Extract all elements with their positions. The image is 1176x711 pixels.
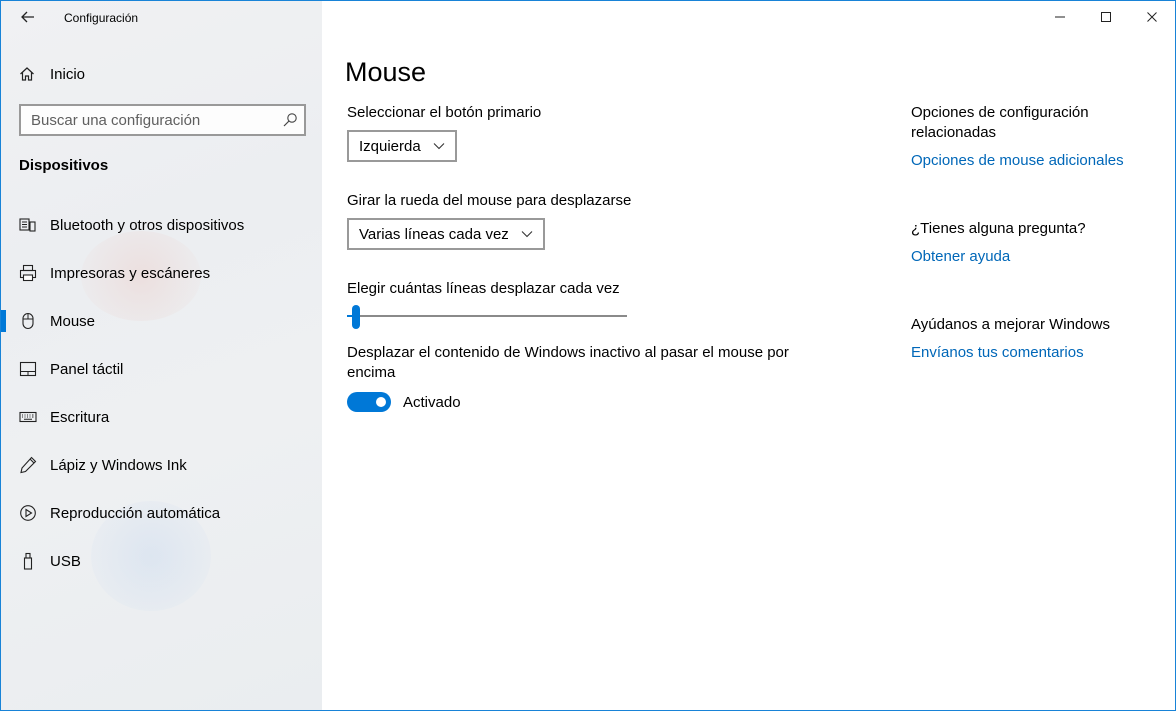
section-title: Dispositivos — [19, 157, 109, 174]
usb-icon — [19, 552, 37, 570]
home-icon — [17, 64, 37, 84]
get-help-link[interactable]: Obtener ayuda — [911, 248, 1010, 265]
page-title: Mouse — [345, 57, 427, 87]
inactive-scroll-toggle[interactable] — [347, 392, 391, 412]
sidebar-item-label: Reproducción automática — [50, 504, 221, 522]
improve-windows-heading: Ayúdanos a mejorar Windows — [911, 316, 1110, 333]
minimize-button[interactable] — [1037, 1, 1083, 33]
sidebar-item-label: Lápiz y Windows Ink — [50, 456, 187, 474]
mouse-icon — [19, 312, 37, 330]
maximize-icon — [1101, 12, 1111, 22]
settings-window: Configuración Inicio Dispositivos Blueto… — [0, 0, 1176, 711]
sidebar-nav: Bluetooth y otros dispositivos Impresora… — [1, 201, 322, 585]
chevron-down-icon — [433, 143, 445, 150]
scroll-wheel-dropdown[interactable]: Varias líneas cada vez — [347, 218, 545, 250]
sidebar-item-bluetooth[interactable]: Bluetooth y otros dispositivos — [1, 201, 322, 249]
pen-icon — [19, 456, 37, 474]
sidebar-item-printers[interactable]: Impresoras y escáneres — [1, 249, 322, 297]
window-controls — [1037, 1, 1175, 33]
sidebar-item-label: Mouse — [50, 312, 96, 330]
sidebar-item-label: Inicio — [50, 65, 86, 83]
search-input[interactable] — [31, 111, 271, 129]
sidebar-item-label: Impresoras y escáneres — [50, 264, 211, 282]
toggle-knob — [376, 397, 386, 407]
related-heading-line2: relacionadas — [911, 124, 997, 141]
app-title: Configuración — [64, 11, 139, 25]
autoplay-icon — [19, 504, 37, 522]
lines-slider-label: Elegir cuántas líneas desplazar cada vez — [347, 280, 620, 297]
primary-button-label: Seleccionar el botón primario — [347, 104, 542, 121]
sidebar-item-mouse[interactable]: Mouse — [1, 297, 322, 345]
dropdown-value: Izquierda — [359, 137, 421, 155]
sidebar-item-touchpad[interactable]: Panel táctil — [1, 345, 322, 393]
additional-mouse-options-link[interactable]: Opciones de mouse adicionales — [911, 152, 1124, 169]
touchpad-icon — [19, 360, 37, 378]
sidebar-item-usb[interactable]: USB — [1, 537, 322, 585]
related-heading-line1: Opciones de configuración — [911, 104, 1089, 121]
inactive-scroll-label-line1: Desplazar el contenido de Windows inacti… — [347, 344, 789, 361]
sidebar-item-label: Escritura — [50, 408, 110, 426]
close-button[interactable] — [1129, 1, 1175, 33]
search-icon[interactable] — [282, 112, 298, 128]
slider-thumb[interactable] — [352, 305, 360, 329]
sidebar-item-label: Bluetooth y otros dispositivos — [50, 216, 245, 234]
inactive-scroll-label-line2: encima — [347, 364, 396, 381]
slider-track — [347, 315, 627, 317]
sidebar-item-typing[interactable]: Escritura — [1, 393, 322, 441]
lines-slider[interactable] — [347, 304, 627, 330]
send-feedback-link[interactable]: Envíanos tus comentarios — [911, 344, 1084, 361]
primary-button-dropdown[interactable]: Izquierda — [347, 130, 457, 162]
keyboard-icon — [19, 408, 37, 426]
bluetooth-device-icon — [19, 216, 37, 234]
back-arrow-icon[interactable] — [15, 7, 41, 27]
toggle-state-label: Activado — [403, 394, 461, 411]
close-icon — [1147, 12, 1157, 22]
dropdown-value: Varias líneas cada vez — [359, 225, 509, 243]
scroll-wheel-label: Girar la rueda del mouse para desplazars… — [347, 192, 632, 209]
sidebar-item-label: USB — [50, 552, 81, 570]
chevron-down-icon — [521, 231, 533, 238]
sidebar-item-pen[interactable]: Lápiz y Windows Ink — [1, 441, 322, 489]
printer-icon — [19, 264, 37, 282]
minimize-icon — [1055, 16, 1065, 18]
question-heading: ¿Tienes alguna pregunta? — [911, 220, 1086, 237]
sidebar-item-home[interactable]: Inicio — [17, 63, 85, 85]
maximize-button[interactable] — [1083, 1, 1129, 33]
sidebar: Configuración Inicio Dispositivos Blueto… — [1, 1, 322, 710]
search-box — [19, 104, 306, 136]
sidebar-item-label: Panel táctil — [50, 360, 124, 378]
sidebar-item-autoplay[interactable]: Reproducción automática — [1, 489, 322, 537]
